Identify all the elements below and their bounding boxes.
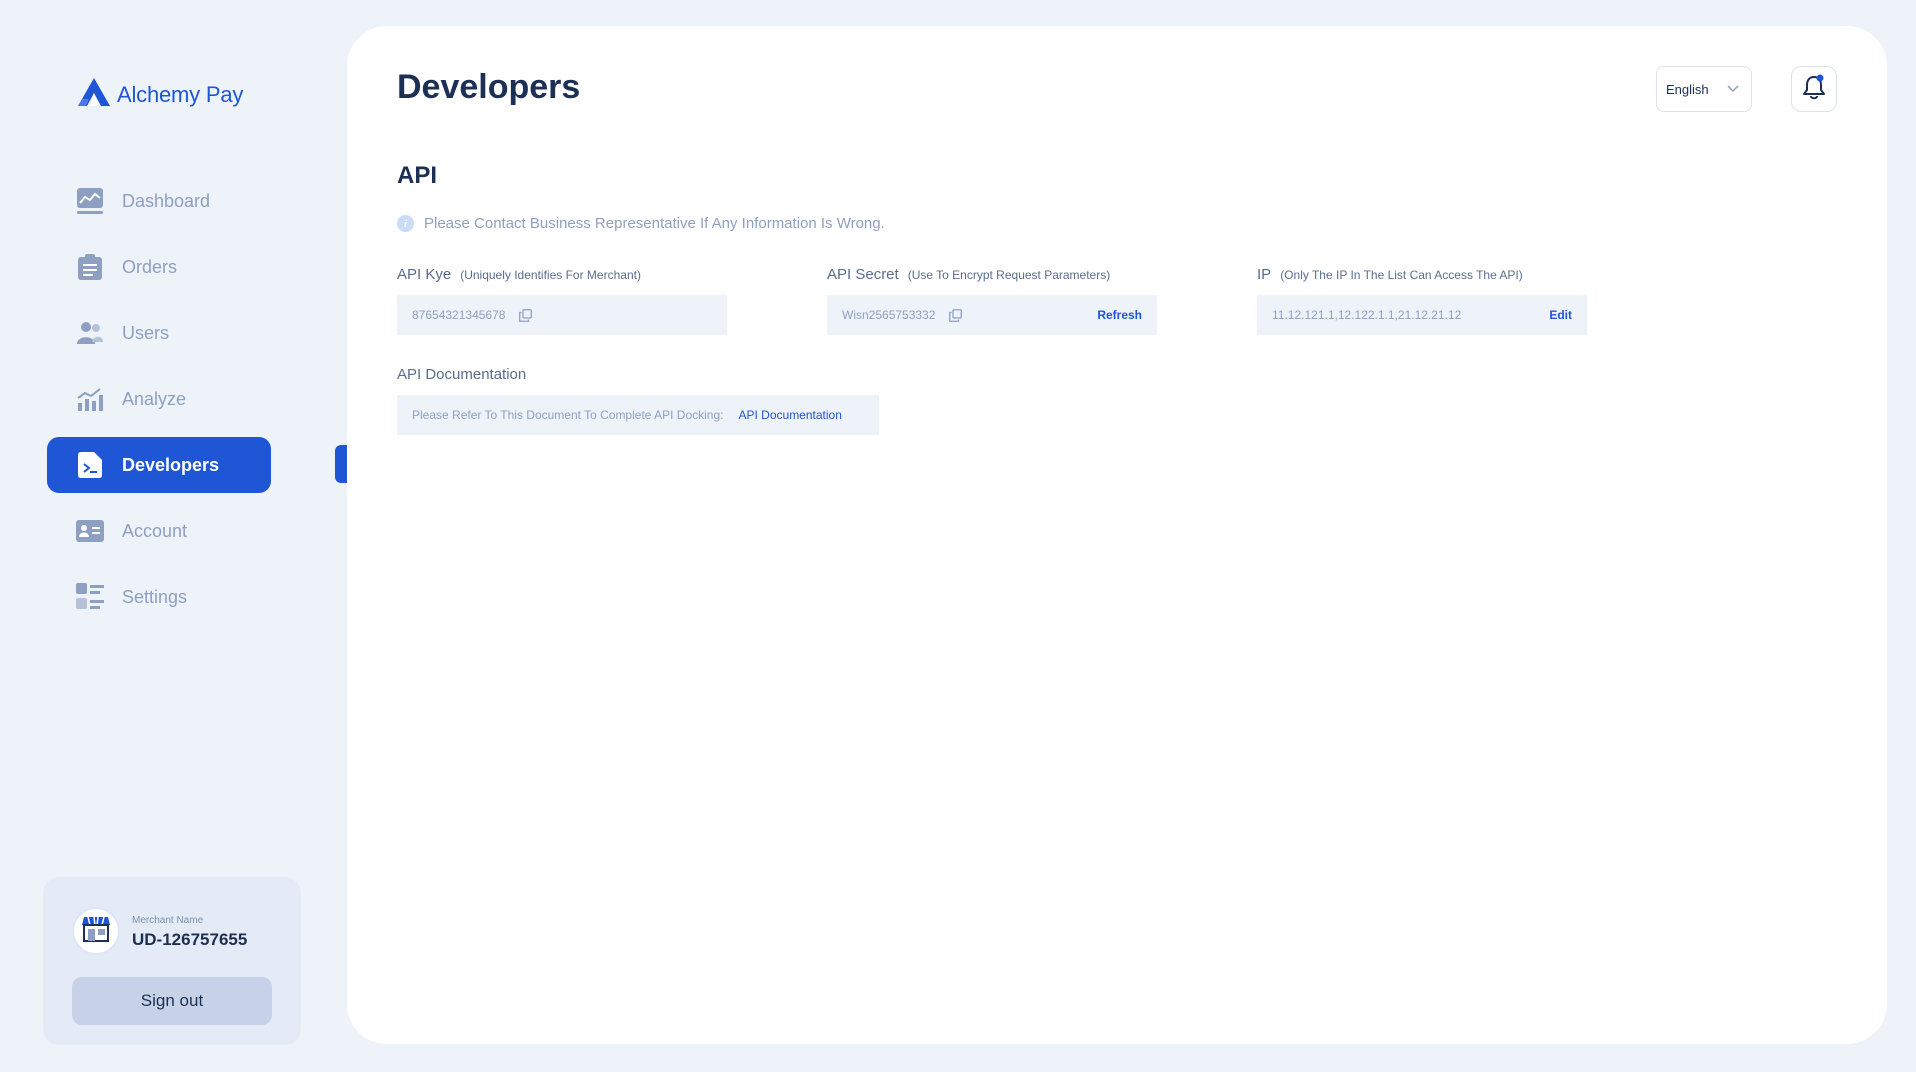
refresh-secret-button[interactable]: Refresh [1097,308,1142,322]
language-select-value: English [1666,81,1709,97]
merchant-name: UD-126757655 [132,930,248,949]
sidebar-item-account[interactable]: Account [47,503,271,559]
sidebar-item-users[interactable]: Users [47,305,271,361]
sidebar-item-orders[interactable]: Orders [47,239,271,295]
sidebar-item-label: Settings [122,586,188,607]
info-notice-text: Please Contact Business Representative I… [424,215,885,232]
id-card-icon [76,517,104,545]
sidebar-item-analyze[interactable]: Analyze [47,371,271,427]
chevron-down-icon [1727,80,1739,98]
ip-field: 11.12.121.1,12.122.1.1,21.12.21.12 Edit [1257,295,1587,335]
sidebar-item-dashboard[interactable]: Dashboard [47,173,271,229]
sidebar-item-label: Analyze [122,388,187,409]
api-secret-field: Wisn2565753332 Refresh [827,295,1157,335]
api-secret-hint: (Use To Encrypt Request Parameters) [907,268,1111,282]
api-documentation-link[interactable]: API Documentation [739,408,842,422]
sidebar-item-label: Dashboard [122,190,211,211]
storefront-icon [81,915,111,948]
settings-list-icon [76,583,104,611]
language-select[interactable]: English [1656,66,1752,112]
alchemy-pay-logo-icon [77,77,111,112]
sign-out-button[interactable]: Sign out [72,977,272,1025]
sidebar-item-label: Orders [122,256,178,277]
api-secret-label: API Secret [827,266,899,283]
ip-label-group: IP (Only The IP In The List Can Access T… [1257,266,1523,283]
api-key-value: 87654321345678 [412,308,506,322]
copy-icon[interactable] [949,308,963,322]
active-page-indicator [335,445,347,483]
api-documentation-box: Please Refer To This Document To Complet… [397,395,879,435]
ip-label: IP [1257,266,1272,283]
api-section-title: API [397,162,438,189]
main-panel: Developers English API i Please Contact … [347,26,1887,1044]
avatar [72,907,120,955]
sidebar: Alchemy Pay Dashboard Orders Users Analy… [0,0,340,1072]
info-notice: i Please Contact Business Representative… [397,215,885,232]
dashboard-chart-icon [76,187,104,215]
sidebar-nav: Dashboard Orders Users Analyze Developer… [47,173,271,635]
bar-chart-icon [76,385,104,413]
api-secret-label-group: API Secret (Use To Encrypt Request Param… [827,266,1110,283]
brand-logo[interactable]: Alchemy Pay [77,77,243,112]
merchant-card: Merchant Name UD-126757655 Sign out [43,877,301,1045]
api-key-label-group: API Kye (Uniquely Identifies For Merchan… [397,266,641,283]
sidebar-item-label: Account [122,520,188,541]
notifications-button[interactable] [1791,66,1837,112]
users-icon [76,319,104,347]
terminal-doc-icon [76,451,104,479]
sidebar-item-developers[interactable]: Developers [47,437,271,493]
edit-ip-button[interactable]: Edit [1549,308,1572,322]
copy-icon[interactable] [519,308,533,322]
sidebar-item-settings[interactable]: Settings [47,569,271,625]
clipboard-icon [76,253,104,281]
sidebar-item-label: Developers [122,454,220,475]
api-documentation-label: API Documentation [397,366,527,383]
page-title: Developers [397,68,581,106]
api-key-label: API Kye [397,266,452,283]
ip-hint: (Only The IP In The List Can Access The … [1280,268,1523,282]
api-secret-value: Wisn2565753332 [842,308,936,322]
ip-value: 11.12.121.1,12.122.1.1,21.12.21.12 [1272,308,1462,322]
api-key-field: 87654321345678 [397,295,727,335]
sidebar-item-label: Users [122,322,170,343]
brand-name: Alchemy Pay [117,81,244,107]
info-icon: i [397,215,414,232]
merchant-name-caption: Merchant Name [132,915,204,926]
api-documentation-text: Please Refer To This Document To Complet… [412,408,724,422]
bell-icon [1802,74,1826,105]
api-key-hint: (Uniquely Identifies For Merchant) [460,268,641,282]
